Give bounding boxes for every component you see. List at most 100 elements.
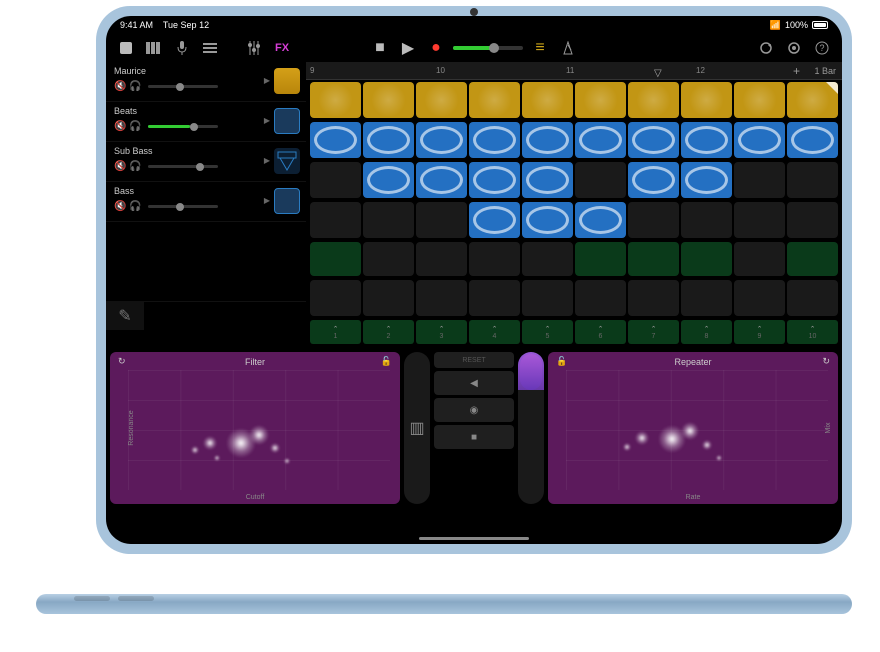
loop-cell[interactable] — [310, 122, 361, 158]
track-volume[interactable]: .track-slider.green::before{width:42px} — [148, 125, 218, 128]
loop-cell-empty[interactable] — [734, 162, 785, 198]
metronome-button[interactable] — [557, 38, 579, 58]
home-indicator[interactable] — [419, 537, 529, 540]
loop-cell-empty[interactable] — [734, 280, 785, 316]
loop-cell[interactable] — [575, 82, 626, 118]
chevron-right-icon[interactable]: ▶ — [264, 196, 270, 205]
chevron-right-icon[interactable]: ▶ — [264, 156, 270, 165]
loop-cell[interactable] — [787, 242, 838, 276]
chevron-right-icon[interactable]: ▶ — [264, 116, 270, 125]
controls-button[interactable] — [244, 38, 264, 58]
loop-cell-empty[interactable] — [575, 162, 626, 198]
reset-button[interactable]: RESET — [434, 352, 514, 368]
loop-cell-empty[interactable] — [681, 202, 732, 238]
loop-cell-empty[interactable] — [734, 242, 785, 276]
loop-cell[interactable] — [628, 122, 679, 158]
scene-trigger[interactable]: ⌃6 — [575, 320, 626, 344]
stop-button[interactable]: ■ — [369, 38, 391, 58]
headphone-icon[interactable]: 🎧 — [129, 81, 140, 92]
instrument-icon-stand[interactable] — [274, 148, 300, 174]
instrument-icon-synth[interactable] — [274, 188, 300, 214]
loop-cell-empty[interactable] — [416, 280, 467, 316]
count-in-button[interactable]: ≡ — [529, 38, 551, 58]
mute-icon[interactable]: 🔇 — [114, 161, 125, 172]
track-row[interactable]: Sub Bass 🔇 🎧 ▶ — [106, 142, 306, 182]
loop-cell[interactable] — [734, 82, 785, 118]
track-row[interactable]: Beats 🔇 🎧 .track-slider.green::before{wi… — [106, 102, 306, 142]
chevron-right-icon[interactable]: ▶ — [264, 76, 270, 85]
loop-cell[interactable] — [628, 162, 679, 198]
loop-cell[interactable] — [681, 242, 732, 276]
mixer-button[interactable] — [200, 38, 220, 58]
loop-cell[interactable] — [522, 82, 573, 118]
loop-cell-empty[interactable] — [787, 162, 838, 198]
loop-cell[interactable] — [522, 162, 573, 198]
mute-icon[interactable]: 🔇 — [114, 201, 125, 212]
headphone-icon[interactable]: 🎧 — [129, 161, 140, 172]
loop-cell[interactable] — [681, 82, 732, 118]
loop-cell-empty[interactable] — [628, 202, 679, 238]
loop-cell[interactable] — [416, 122, 467, 158]
loop-cell[interactable] — [787, 122, 838, 158]
loop-cell[interactable] — [575, 202, 626, 238]
loop-cell-empty[interactable] — [416, 242, 467, 276]
loop-cell-empty[interactable] — [522, 280, 573, 316]
instrument-icon-drum-machine[interactable] — [274, 68, 300, 94]
loop-cell-empty[interactable] — [310, 162, 361, 198]
loop-cell[interactable] — [469, 82, 520, 118]
headphone-icon[interactable]: 🎧 — [129, 201, 140, 212]
scene-trigger[interactable]: ⌃2 — [363, 320, 414, 344]
scene-trigger[interactable]: ⌃8 — [681, 320, 732, 344]
loop-cell[interactable] — [469, 162, 520, 198]
loop-cell-empty[interactable] — [469, 242, 520, 276]
loop-cell[interactable] — [416, 82, 467, 118]
loop-cell[interactable] — [469, 122, 520, 158]
record-button[interactable]: ● — [425, 38, 447, 58]
scene-trigger[interactable]: ⌃5 — [522, 320, 573, 344]
loop-cell[interactable] — [575, 122, 626, 158]
lock-icon[interactable]: 🔓 — [381, 356, 392, 367]
loop-cell[interactable] — [469, 202, 520, 238]
loop-cell-empty[interactable] — [734, 202, 785, 238]
loop-cell[interactable] — [363, 162, 414, 198]
scene-trigger[interactable]: ⌃3 — [416, 320, 467, 344]
scene-trigger[interactable]: ⌃1 — [310, 320, 361, 344]
filter-xy-pad[interactable]: ↻ Filter 🔓 Resonance Cutoff — [110, 352, 400, 504]
gate-slider[interactable]: ▥ — [404, 352, 430, 504]
mic-button[interactable] — [172, 38, 192, 58]
track-volume[interactable] — [148, 165, 218, 168]
add-section-button[interactable]: + — [793, 64, 800, 78]
loop-cell[interactable] — [522, 122, 573, 158]
loop-button[interactable] — [756, 38, 776, 58]
loop-cell-empty[interactable] — [363, 202, 414, 238]
loop-cell-empty[interactable] — [363, 242, 414, 276]
track-row[interactable]: Maurice 🔇 🎧 ▶ — [106, 62, 306, 102]
loop-cell-empty[interactable] — [787, 202, 838, 238]
play-button[interactable]: ▶ — [397, 38, 419, 58]
loop-cell-empty[interactable] — [522, 242, 573, 276]
loop-cell[interactable] — [681, 122, 732, 158]
loop-cell[interactable] — [522, 202, 573, 238]
reverse-button[interactable]: ◀ — [434, 371, 514, 395]
refresh-icon[interactable]: ↻ — [118, 356, 126, 367]
track-row[interactable]: Bass 🔇 🎧 ▶ — [106, 182, 306, 222]
mute-icon[interactable]: 🔇 — [114, 81, 125, 92]
loop-cell[interactable] — [734, 122, 785, 158]
scratch-button[interactable]: ◉ — [434, 398, 514, 422]
settings-button[interactable] — [784, 38, 804, 58]
loop-cell-empty[interactable] — [787, 280, 838, 316]
loop-cell[interactable] — [681, 162, 732, 198]
loop-cell-empty[interactable] — [681, 280, 732, 316]
scene-trigger[interactable]: ⌃10 — [787, 320, 838, 344]
help-button[interactable]: ? — [812, 38, 832, 58]
loop-cell[interactable] — [575, 242, 626, 276]
browser-button[interactable] — [116, 38, 136, 58]
loop-cell[interactable] — [363, 122, 414, 158]
loop-cell-empty[interactable] — [469, 280, 520, 316]
loop-cell[interactable] — [310, 82, 361, 118]
ruler[interactable]: 9 10 11 ▽ 12 + 1 Bar — [306, 62, 842, 80]
loop-cell-empty[interactable] — [363, 280, 414, 316]
playhead-icon[interactable]: ▽ — [654, 68, 662, 79]
loop-cell[interactable] — [628, 242, 679, 276]
edit-grid-button[interactable]: ✎ — [106, 302, 144, 330]
